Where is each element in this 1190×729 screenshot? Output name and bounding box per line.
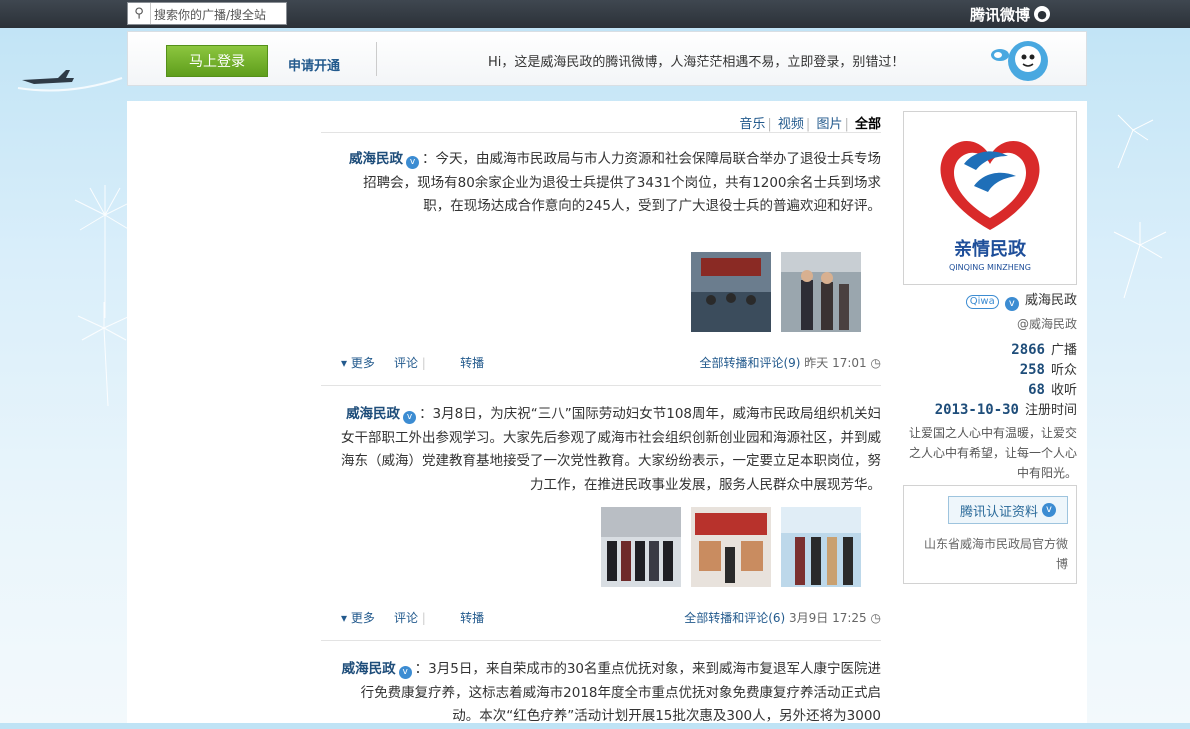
- airplane-icon: [17, 70, 123, 92]
- profile-name-text[interactable]: 威海民政: [1025, 293, 1077, 308]
- tab-image[interactable]: 图片: [816, 117, 842, 132]
- search-input[interactable]: 搜索你的广播/搜全站: [154, 6, 266, 23]
- verification-text: 山东省威海市民政局官方微博: [923, 537, 1068, 571]
- tencent-weibo-logo[interactable]: 腾讯微博 ●: [970, 2, 1088, 26]
- post-meta: ▾ 更多 评论 | 转播 全部转播和评论(6) 3月9日 17:25 ◷: [341, 611, 881, 625]
- comment-link[interactable]: 评论: [394, 356, 418, 370]
- divider: [321, 132, 881, 133]
- more-link[interactable]: ▾ 更多: [341, 611, 375, 625]
- profile-signature: 让爱国之人心中有温暖，让爱交之人心中有希望，让每一个人心中有阳光。: [908, 426, 1077, 480]
- stat-following[interactable]: 68 收听: [907, 379, 1077, 398]
- verification-button[interactable]: 腾讯认证资料 v: [948, 496, 1068, 524]
- verified-icon: v: [1004, 297, 1019, 311]
- apply-link[interactable]: 申请开通: [288, 55, 340, 74]
- post-author[interactable]: 威海民政: [349, 151, 403, 167]
- profile-name: Qiwa v 威海民政: [907, 289, 1077, 311]
- post-body: ：3月5日，来自荣成市的30名重点优抚对象，来到威海市复退军人康宁医院进行免费康…: [360, 661, 881, 724]
- repost-link[interactable]: 转播: [460, 611, 484, 625]
- comment-link[interactable]: 评论: [394, 611, 418, 625]
- post-body: ：今天，由威海市民政局与市人力资源和社会保障局联合举办了退役士兵专场招聘会，现场…: [363, 151, 881, 214]
- logo-english-text: QINQING MINZHENG: [949, 263, 1031, 272]
- verified-icon: v: [1042, 503, 1056, 517]
- post-image[interactable]: [601, 507, 681, 587]
- post-image[interactable]: [691, 252, 771, 332]
- dandelion-icon: [1113, 222, 1167, 299]
- qq-logo-icon: ●: [1034, 6, 1051, 22]
- verified-icon: v: [406, 156, 419, 169]
- clock-icon: ◷: [870, 356, 881, 370]
- repost-link[interactable]: 转播: [460, 356, 484, 370]
- more-link[interactable]: ▾ 更多: [341, 356, 375, 370]
- verification-box: 腾讯认证资料 v 山东省威海市民政局官方微博: [903, 485, 1077, 584]
- greeting-text: Hi，这是威海民政的腾讯微博，人海茫茫相遇不易，立即登录，别错过！: [488, 55, 905, 70]
- login-button[interactable]: 马上登录: [166, 45, 268, 77]
- mascot-icon: [991, 41, 1048, 81]
- post-image[interactable]: [781, 252, 861, 332]
- dandelion-icon: [1117, 114, 1154, 169]
- post-meta: ▾ 更多 评论 | 转播 全部转播和评论(9) 昨天 17:01 ◷: [341, 356, 881, 370]
- clock-icon: ◷: [870, 611, 881, 625]
- post-image[interactable]: [781, 507, 861, 587]
- logo-text: 腾讯微博: [970, 5, 1031, 24]
- post-text: 威海民政 v ：3月5日，来自荣成市的30名重点优抚对象，来到威海市复退军人康宁医院…: [341, 658, 881, 729]
- post-body: ：3月8日，为庆祝“三八”国际劳动妇女节108周年，威海市民政局组织机关妇女干部…: [341, 406, 881, 493]
- logo-chinese-text: 亲情民政: [954, 238, 1027, 260]
- tab-video[interactable]: 视频: [778, 117, 804, 132]
- tab-all[interactable]: 全部: [855, 117, 881, 132]
- content-filter-tabs: 音乐 | 视频 | 图片 | 全部: [739, 117, 881, 132]
- search-box[interactable]: ⚲ 搜索你的广播/搜全站: [127, 2, 287, 25]
- post-author[interactable]: 威海民政: [342, 661, 396, 677]
- verified-icon: v: [403, 411, 417, 424]
- all-reposts-link[interactable]: 全部转播和评论(9): [699, 356, 800, 370]
- divider: [321, 640, 881, 641]
- post-author[interactable]: 威海民政: [346, 406, 400, 422]
- divider: [376, 42, 377, 76]
- verified-icon: v: [398, 666, 412, 679]
- qiwa-badge[interactable]: Qiwa: [965, 295, 999, 309]
- stat-broadcasts[interactable]: 2866 广播: [907, 339, 1077, 358]
- stat-listeners[interactable]: 258 听众: [907, 359, 1077, 378]
- main-page: 音乐 | 视频 | 图片 | 全部 威海民政 v ：今天，由威海市民政局与市人力资源和社会…: [127, 101, 1087, 724]
- tab-music[interactable]: 音乐: [739, 117, 765, 132]
- login-banner: 马上登录 申请开通 Hi，这是威海民政的腾讯微博，人海茫茫相遇不易，立即登录，别…: [127, 31, 1087, 86]
- post-image[interactable]: [691, 507, 771, 587]
- avatar[interactable]: 亲情民政 QINQING MINZHENG: [903, 111, 1077, 285]
- post-text: 威海民政 v ：今天，由威海市民政局与市人力资源和社会保障局联合举办了退役士兵专场招…: [341, 148, 881, 219]
- top-navigation-bar: 腾讯微博 ● ⚲ 搜索你的广播/搜全站: [0, 0, 1190, 28]
- stat-registered: 2013-10-30 注册时间: [934, 402, 1077, 418]
- post-time[interactable]: 昨天 17:01: [804, 356, 866, 370]
- post-text: 威海民政 v ：3月8日，为庆祝“三八”国际劳动妇女节108周年，威海市民政局组织机…: [341, 403, 881, 497]
- search-icon[interactable]: ⚲: [128, 3, 151, 24]
- all-reposts-link[interactable]: 全部转播和评论(6): [684, 611, 785, 625]
- dandelion-icon: [77, 302, 131, 407]
- post-time[interactable]: 3月9日 17:25: [789, 611, 867, 625]
- profile-handle: @威海民政: [1016, 317, 1077, 331]
- divider: [321, 385, 881, 386]
